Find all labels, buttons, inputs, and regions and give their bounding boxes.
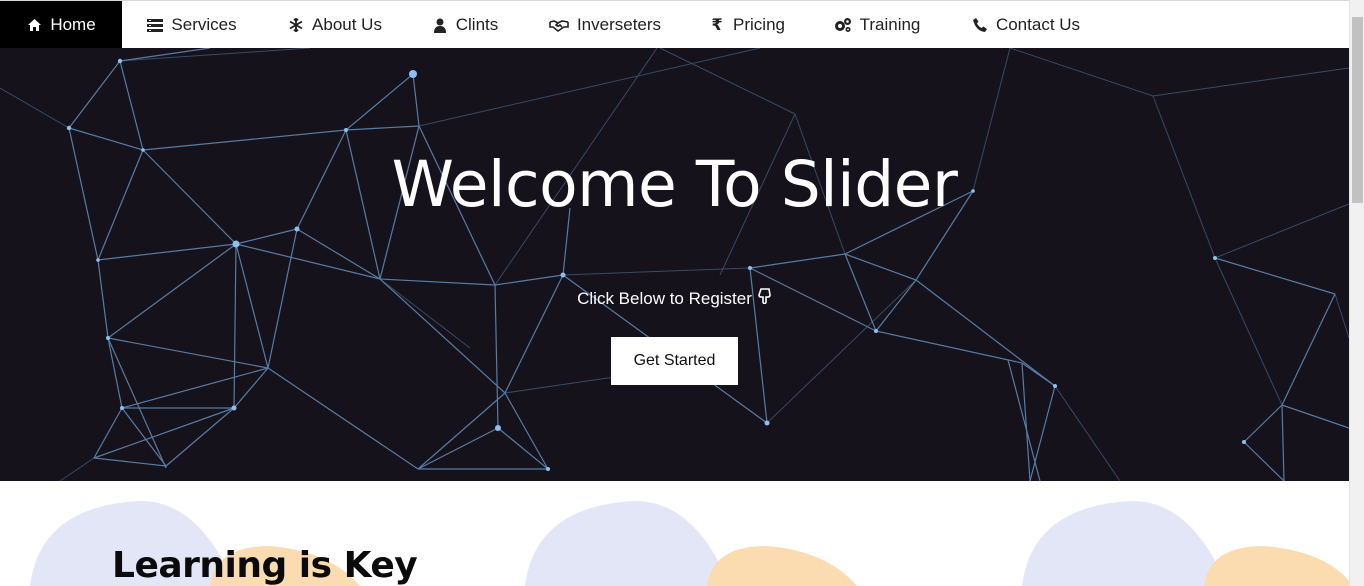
hero-subtitle: Click Below to Register: [0, 288, 1349, 309]
nav-item-pricing[interactable]: ₹ Pricing: [703, 1, 791, 49]
nav-item-label: Training: [859, 15, 921, 34]
rupee-icon: ₹: [711, 17, 723, 34]
nav-item-label: Services: [171, 15, 237, 34]
nav-item-label: Clints: [455, 15, 499, 34]
home-icon: [26, 17, 42, 33]
list-icon: [147, 17, 164, 33]
nav-item-label: About Us: [312, 15, 382, 34]
top-navbar: Home Services About Us Clints Inverseter…: [0, 0, 1349, 49]
user-icon: [432, 17, 448, 33]
nav-item-training[interactable]: Training: [826, 1, 928, 49]
nav-item-label: Contact Us: [995, 15, 1081, 34]
nav-item-home[interactable]: Home: [0, 1, 122, 49]
nav-item-clints[interactable]: Clints: [425, 1, 505, 49]
hero-slider: Welcome To Slider Click Below to Registe…: [0, 48, 1349, 481]
nav-item-label: Inverseters: [576, 15, 662, 34]
nav-item-inverseters[interactable]: Inverseters: [540, 1, 670, 49]
network-background: [0, 48, 1349, 481]
nav-item-about-us[interactable]: About Us: [280, 1, 390, 49]
handshake-icon: [549, 17, 569, 33]
nav-item-label: Home: [50, 15, 96, 34]
section-title: Learning is Key: [112, 545, 418, 586]
learning-section: Learning is Key: [0, 481, 1349, 586]
nav-item-services[interactable]: Services: [138, 1, 246, 49]
nav-item-label: Pricing: [733, 15, 785, 34]
page-scrollbar[interactable]: [1349, 0, 1364, 586]
phone-icon: [972, 17, 988, 33]
get-started-button[interactable]: Get Started: [611, 337, 738, 385]
scrollbar-thumb[interactable]: [1352, 17, 1363, 203]
hero-title: Welcome To Slider: [391, 148, 958, 221]
gears-icon: [834, 17, 852, 33]
nav-item-contact-us[interactable]: Contact Us: [962, 1, 1090, 49]
snowflake-icon: [288, 17, 304, 33]
hero-subtitle-text: Click Below to Register: [577, 288, 752, 308]
hand-pointing-down-icon: [758, 288, 772, 309]
